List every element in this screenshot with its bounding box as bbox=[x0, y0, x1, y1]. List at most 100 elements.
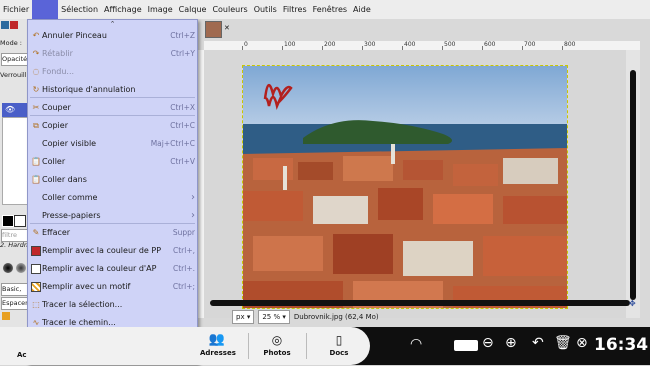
photo-drawing bbox=[243, 66, 567, 308]
stroke-selection-icon: ⬚ bbox=[32, 300, 40, 309]
menu-item[interactable]: Fenêtres bbox=[310, 0, 350, 19]
menu-item[interactable]: ⬚ Tracer la sélection... bbox=[28, 296, 197, 314]
menu-item-shortcut: Ctrl+C bbox=[170, 121, 195, 130]
layer-list[interactable] bbox=[2, 117, 30, 205]
tool-icon[interactable] bbox=[1, 21, 9, 29]
dock-item-adresses[interactable]: 👥 Adresses bbox=[200, 331, 236, 357]
menu-item-label: Copier bbox=[42, 121, 68, 130]
menu-item[interactable]: ✎ Effacer Suppr bbox=[28, 224, 197, 242]
menu-item[interactable]: 📋 Coller dans bbox=[28, 171, 197, 189]
selected-layer[interactable]: 👁 bbox=[2, 103, 28, 117]
color-icon[interactable] bbox=[10, 21, 18, 29]
menu-item[interactable]: Affichage bbox=[101, 0, 145, 19]
paste-icon: 📋 bbox=[31, 157, 41, 166]
menu-item[interactable]: ✂ Couper Ctrl+X bbox=[28, 99, 197, 117]
menu-item[interactable]: Filtres bbox=[280, 0, 310, 19]
menu-item-label: Fondu... bbox=[42, 67, 75, 76]
fg-color-swatch bbox=[31, 246, 41, 256]
menu-item-shortcut: Ctrl+V bbox=[170, 157, 195, 166]
dock-item-photos[interactable]: ◎ Photos bbox=[262, 331, 292, 357]
ruler-tick-label: 100 bbox=[284, 41, 296, 48]
menu-item-label: Annuler Pinceau bbox=[42, 31, 107, 40]
spacing-field[interactable]: Espacem bbox=[1, 297, 30, 310]
bg-color-swatch[interactable] bbox=[14, 215, 26, 227]
dock-item-docs[interactable]: ▯ Docs bbox=[326, 331, 352, 357]
menu-edit[interactable] bbox=[32, 0, 59, 19]
menu-item-label: Couper bbox=[42, 103, 71, 112]
ruler-tick-label: 700 bbox=[524, 41, 536, 48]
menu-item[interactable]: Outils bbox=[251, 0, 280, 19]
menu-item[interactable]: Remplir avec la couleur d'AP Ctrl+. bbox=[28, 260, 197, 278]
menu-item[interactable]: Copier visible Maj+Ctrl+C bbox=[28, 135, 197, 153]
menu-item-label: Remplir avec la couleur d'AP bbox=[42, 264, 157, 273]
zoom-select[interactable]: 25 % ▾ bbox=[258, 310, 290, 324]
canvas[interactable] bbox=[204, 50, 626, 318]
menu-item-label: Remplir avec un motif bbox=[42, 282, 131, 291]
plus-icon[interactable]: ⊕ bbox=[505, 335, 517, 351]
close-icon[interactable]: ✕ bbox=[224, 21, 230, 38]
menu-item-label: Tracer la sélection... bbox=[42, 300, 123, 309]
menu-item[interactable]: Aide bbox=[350, 0, 374, 19]
wifi-icon[interactable]: ◠ bbox=[410, 336, 422, 352]
menu-item-label: Effacer bbox=[42, 228, 71, 237]
menu-item[interactable]: Remplir avec la couleur de PP Ctrl+, bbox=[28, 242, 197, 260]
menu-item[interactable]: Sélection bbox=[58, 0, 101, 19]
eye-icon[interactable]: 👁 bbox=[5, 105, 15, 114]
copy-icon: ⧉ bbox=[33, 121, 39, 130]
menu-item[interactable]: Presse-papiers › bbox=[28, 207, 197, 225]
menu-item-label: Copier visible bbox=[42, 139, 97, 148]
menu-item[interactable]: ↶ Annuler Pinceau Ctrl+Z bbox=[28, 27, 197, 45]
undo-icon[interactable]: ↶ bbox=[532, 335, 544, 351]
eraser-icon: ✎ bbox=[32, 228, 40, 237]
menu-item[interactable]: ◌ Fondu... bbox=[28, 63, 197, 81]
menu-item-label: Rétablir bbox=[42, 49, 73, 58]
image-tab-thumbnail[interactable] bbox=[205, 21, 222, 38]
menu-item-shortcut: Ctrl+Y bbox=[170, 49, 195, 58]
clock: 16:34 bbox=[594, 335, 649, 355]
battery-icon[interactable] bbox=[454, 340, 478, 351]
document-icon: ▯ bbox=[335, 333, 343, 347]
ruler-tick-label: 0 bbox=[244, 41, 248, 48]
menu-item[interactable]: Coller comme › bbox=[28, 189, 197, 207]
navigate-icon[interactable]: ✥ bbox=[629, 299, 636, 308]
menu-item[interactable]: ↷ Rétablir Ctrl+Y bbox=[28, 45, 197, 63]
preset-field[interactable]: Basic, bbox=[1, 283, 30, 296]
menu-item[interactable]: Couleurs bbox=[209, 0, 250, 19]
brush-preview[interactable] bbox=[16, 263, 26, 273]
vertical-scrollbar[interactable] bbox=[626, 50, 640, 318]
menu-item-label: Coller bbox=[42, 157, 66, 166]
horizontal-scrollbar[interactable] bbox=[204, 298, 630, 308]
image-tabs: ✕ bbox=[196, 21, 230, 38]
menu-item[interactable]: Fichier bbox=[0, 0, 32, 19]
ruler-tick-label: 800 bbox=[564, 41, 576, 48]
menu-item[interactable]: 📋 Coller Ctrl+V bbox=[28, 153, 197, 171]
menu-item[interactable]: Calque bbox=[176, 0, 210, 19]
photo-dubrovnik[interactable] bbox=[242, 65, 568, 309]
lifebuoy-icon[interactable]: ⊗ bbox=[576, 335, 588, 351]
menu-item-shortcut: Ctrl+. bbox=[172, 264, 195, 273]
menu-item[interactable]: Image bbox=[145, 0, 176, 19]
contacts-icon: 👥 bbox=[208, 332, 226, 347]
unit-select[interactable]: px ▾ bbox=[232, 310, 255, 324]
file-info: Dubrovnik.jpg (62,4 Mo) bbox=[293, 313, 379, 321]
edit-menu: ⌃ ⌄ ↶Annuler PinceauCtrl+Z↷RétablirCtrl+… bbox=[27, 19, 198, 365]
submenu-arrow-icon: › bbox=[191, 210, 195, 221]
pattern-swatch bbox=[31, 282, 41, 292]
trash-icon[interactable]: 🗑 bbox=[554, 335, 572, 351]
menu-item-label: Presse-papiers bbox=[42, 211, 101, 220]
submenu-arrow-icon: › bbox=[191, 192, 195, 203]
menu-item[interactable]: ⧉ Copier Ctrl+C bbox=[28, 117, 197, 135]
ruler-tick-label: 400 bbox=[404, 41, 416, 48]
pencil-icon[interactable] bbox=[2, 312, 10, 320]
brush-preview[interactable] bbox=[3, 263, 13, 273]
menu-item[interactable]: Remplir avec un motif Ctrl+; bbox=[28, 278, 197, 296]
fg-color-swatch[interactable] bbox=[2, 215, 14, 227]
minus-icon[interactable]: ⊖ bbox=[482, 335, 494, 351]
opacity-field[interactable]: Opacité bbox=[1, 53, 30, 66]
menu-item-shortcut: Suppr bbox=[172, 228, 195, 237]
scissors-icon: ✂ bbox=[32, 103, 40, 112]
fade-icon: ◌ bbox=[32, 67, 40, 76]
dock: Ac 👥 Adresses ◎ Photos ▯ Docs bbox=[0, 327, 370, 365]
menu-item[interactable]: ↻ Historique d'annulation bbox=[28, 81, 197, 99]
dock-partial-label[interactable]: Ac bbox=[17, 351, 27, 359]
